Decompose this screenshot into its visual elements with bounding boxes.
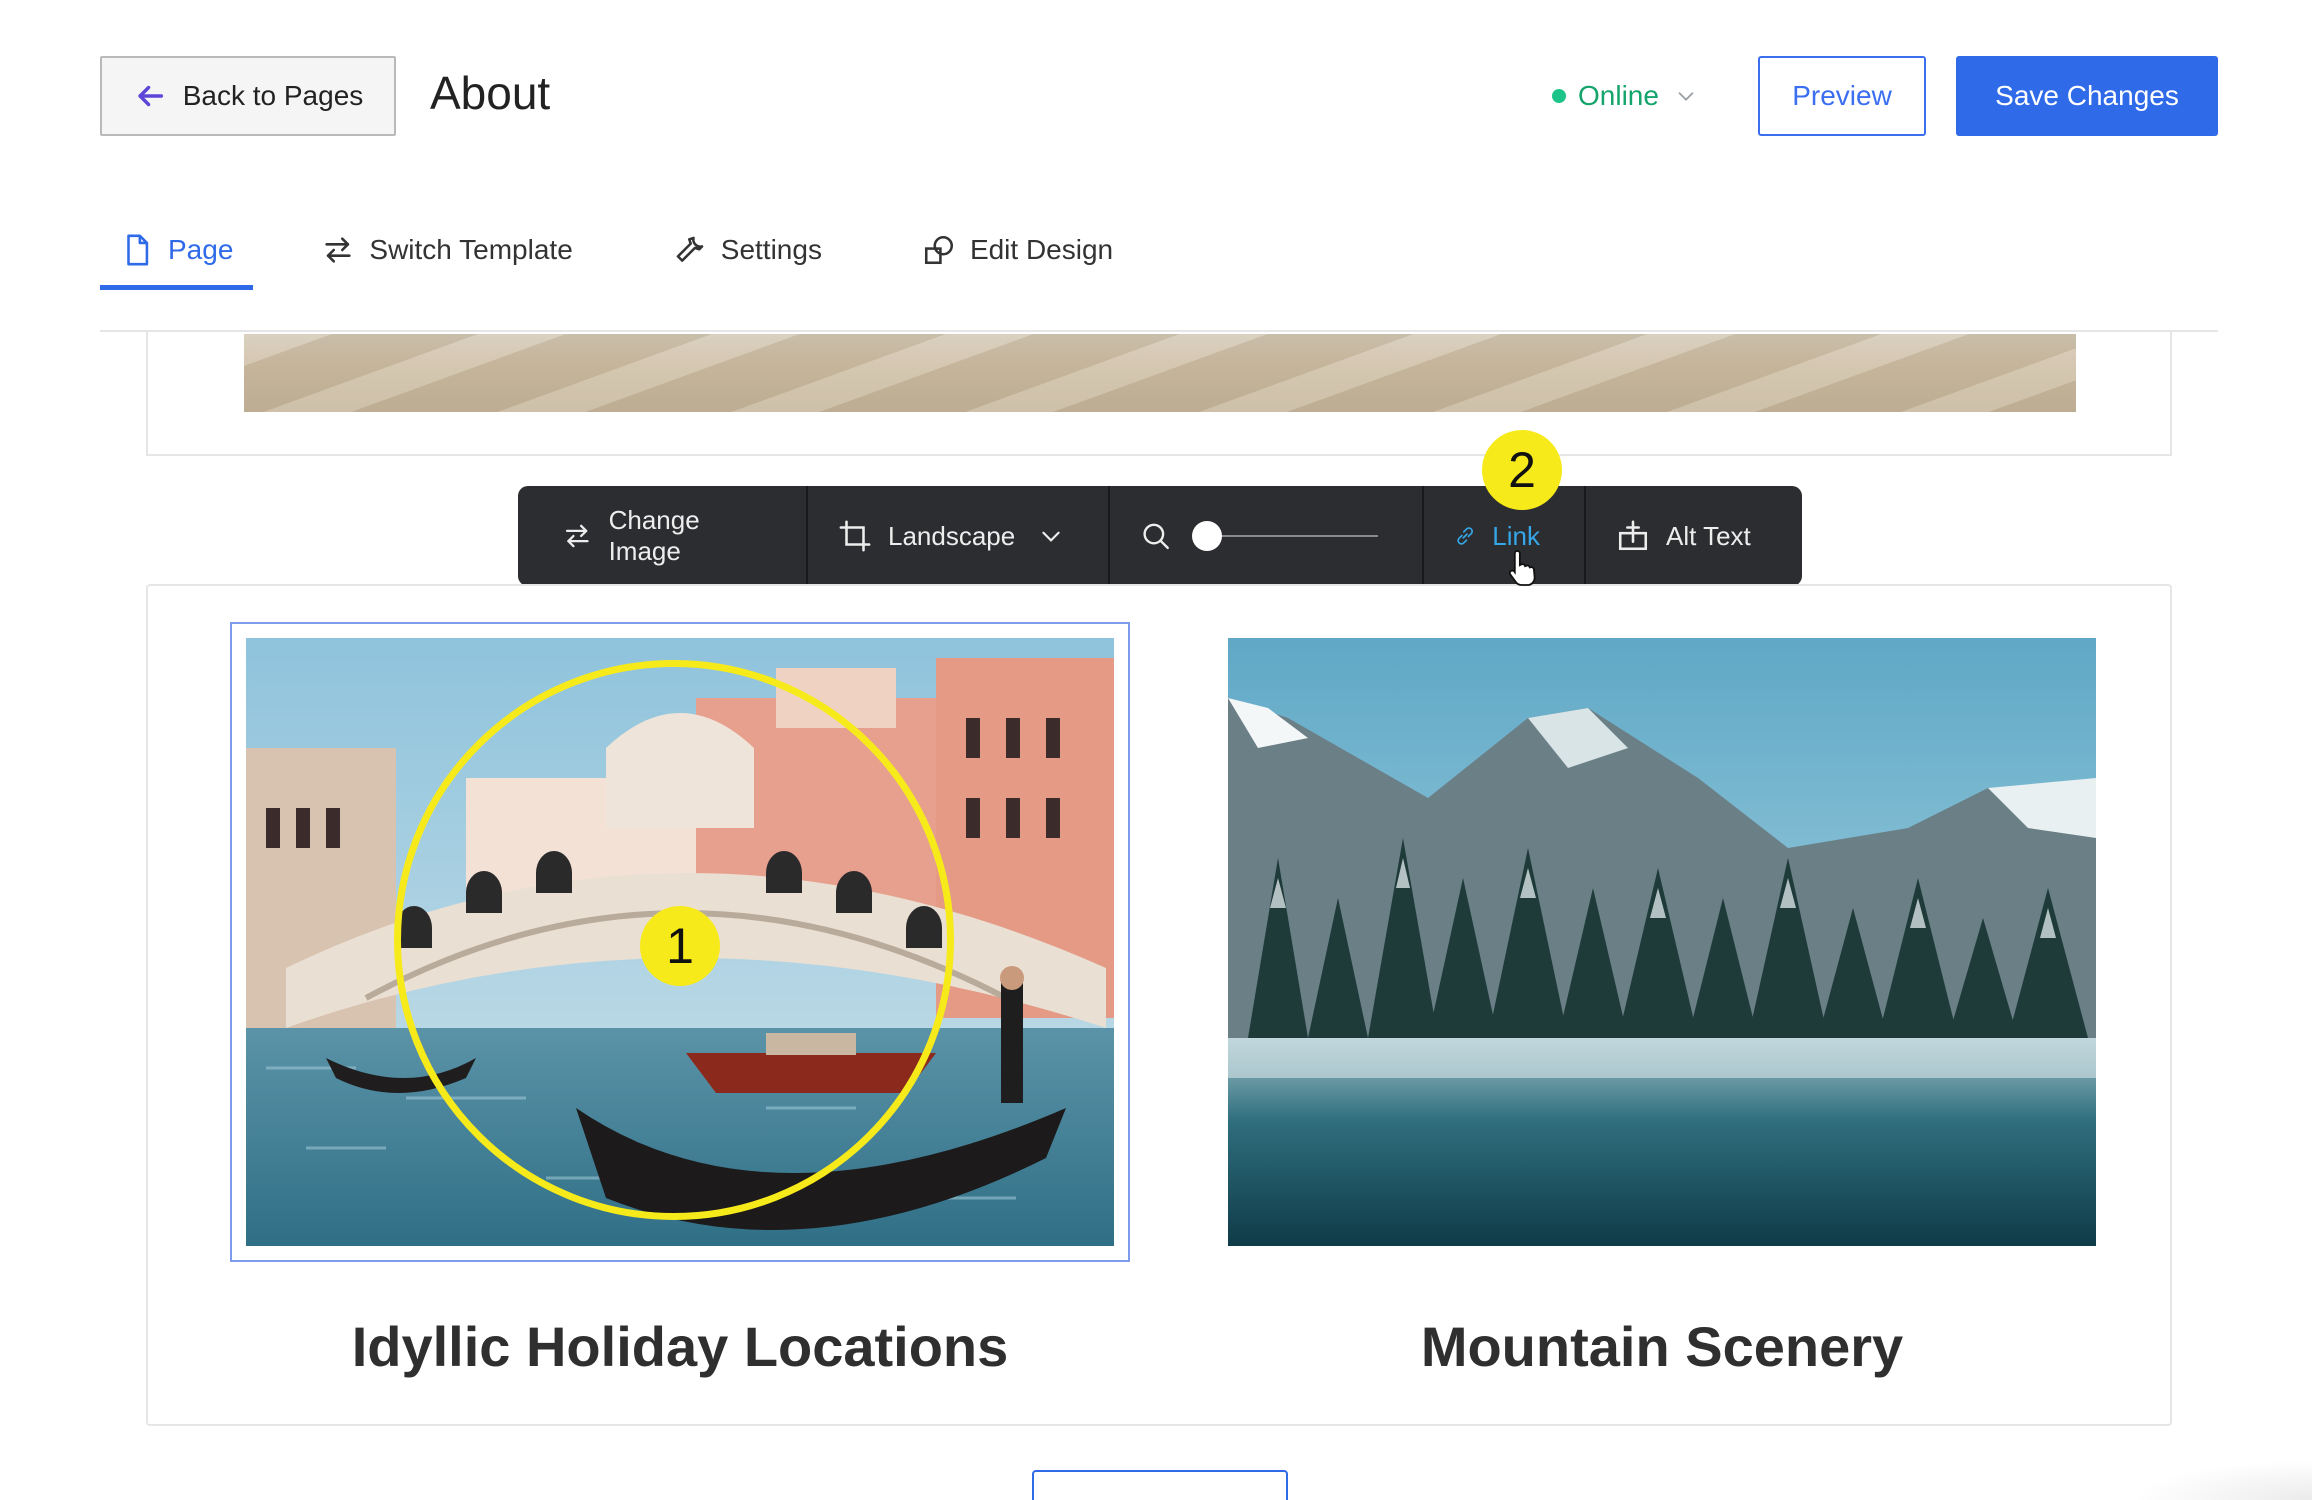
zoom-slider[interactable] [1191, 521, 1378, 551]
corner-shadow [2132, 1460, 2312, 1500]
status-dropdown[interactable]: Online [1552, 76, 1697, 116]
alt-text-button[interactable]: Alt Text [1586, 486, 1802, 586]
zoom-slider-thumb[interactable] [1191, 521, 1222, 551]
page-title: About [430, 67, 551, 119]
tab-edit-design[interactable]: Edit Design [902, 218, 1133, 282]
snowy-forest-mountain-lake-photo[interactable] [1228, 638, 2096, 1246]
back-to-pages-button[interactable]: Back to Pages [100, 56, 396, 136]
change-image-label: Change Image [608, 505, 700, 566]
tab-page[interactable]: Page [100, 218, 254, 290]
tab-edit-design-label: Edit Design [969, 234, 1114, 265]
swap-arrows-icon [565, 524, 589, 548]
tab-switch-template-label: Switch Template [369, 234, 573, 265]
tab-switch-template[interactable]: Switch Template [301, 218, 592, 282]
caption-idyllic-holiday-locations[interactable]: Idyllic Holiday Locations [230, 1314, 1130, 1379]
aspect-ratio-label: Landscape [888, 520, 1016, 551]
status-dot-icon [1552, 89, 1566, 103]
status-label: Online [1578, 80, 1659, 111]
link-label: Link [1492, 520, 1540, 551]
alt-text-label: Alt Text [1666, 520, 1751, 551]
chevron-down-icon [1042, 531, 1060, 542]
chevron-down-icon [1678, 92, 1694, 101]
back-to-pages-label: Back to Pages [182, 80, 364, 111]
step-marker-2: 2 [1482, 430, 1562, 510]
alt-text-icon [1618, 520, 1648, 551]
add-section-button[interactable] [1032, 1470, 1288, 1500]
step-marker-1: 1 [640, 906, 720, 986]
document-icon [127, 234, 149, 265]
link-icon [1457, 527, 1473, 545]
design-shapes-icon [924, 235, 953, 265]
tab-page-label: Page [168, 233, 234, 265]
image-toolbar: Change Image Landscape Link Alt Text [518, 486, 1802, 586]
save-changes-button[interactable]: Save Changes [1956, 56, 2218, 136]
banner-image[interactable] [244, 334, 2076, 412]
magnifier-icon [1143, 523, 1169, 550]
crop-icon [839, 520, 871, 552]
swap-arrows-icon [325, 237, 352, 263]
aspect-ratio-dropdown[interactable]: Landscape [808, 486, 1110, 586]
tab-settings[interactable]: Settings [653, 218, 842, 282]
arrow-left-icon [138, 85, 163, 107]
caption-mountain-scenery[interactable]: Mountain Scenery [1212, 1314, 2112, 1379]
editor-tabs: Page Switch Template Settings Edit Desig… [100, 218, 1133, 290]
change-image-button[interactable]: Change Image [518, 486, 808, 586]
tab-settings-label: Settings [720, 234, 822, 265]
wrench-icon [676, 236, 704, 262]
hand-pointer-cursor-icon [1508, 550, 1536, 586]
zoom-control [1110, 486, 1424, 586]
preview-button[interactable]: Preview [1758, 56, 1926, 136]
